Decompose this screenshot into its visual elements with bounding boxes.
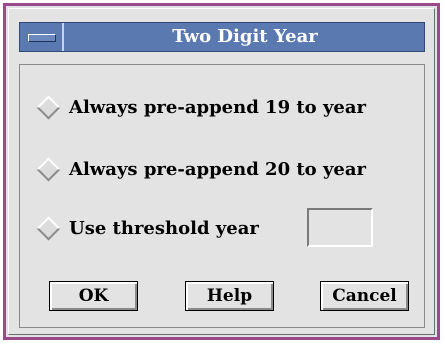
help-button[interactable]: Help [185, 281, 274, 311]
radio-option-20[interactable]: Always pre-append 20 to year [35, 155, 366, 183]
radio-label: Always pre-append 20 to year [69, 158, 366, 180]
radio-label: Use threshold year [69, 217, 259, 239]
window-menu-button[interactable] [20, 23, 64, 51]
radio-option-19[interactable]: Always pre-append 19 to year [35, 93, 366, 121]
dialog-title: Two Digit Year [172, 26, 318, 47]
title-bar[interactable]: Two Digit Year [19, 22, 425, 52]
threshold-year-input[interactable] [307, 208, 373, 247]
radio-diamond-icon[interactable] [36, 215, 61, 241]
cancel-button[interactable]: Cancel [320, 281, 409, 311]
radio-label: Always pre-append 19 to year [69, 96, 366, 118]
radio-diamond-icon[interactable] [36, 94, 61, 120]
radio-option-threshold[interactable]: Use threshold year [35, 214, 259, 242]
radio-diamond-icon[interactable] [36, 156, 61, 182]
window-menu-icon [28, 34, 56, 42]
ok-button[interactable]: OK [49, 281, 138, 311]
